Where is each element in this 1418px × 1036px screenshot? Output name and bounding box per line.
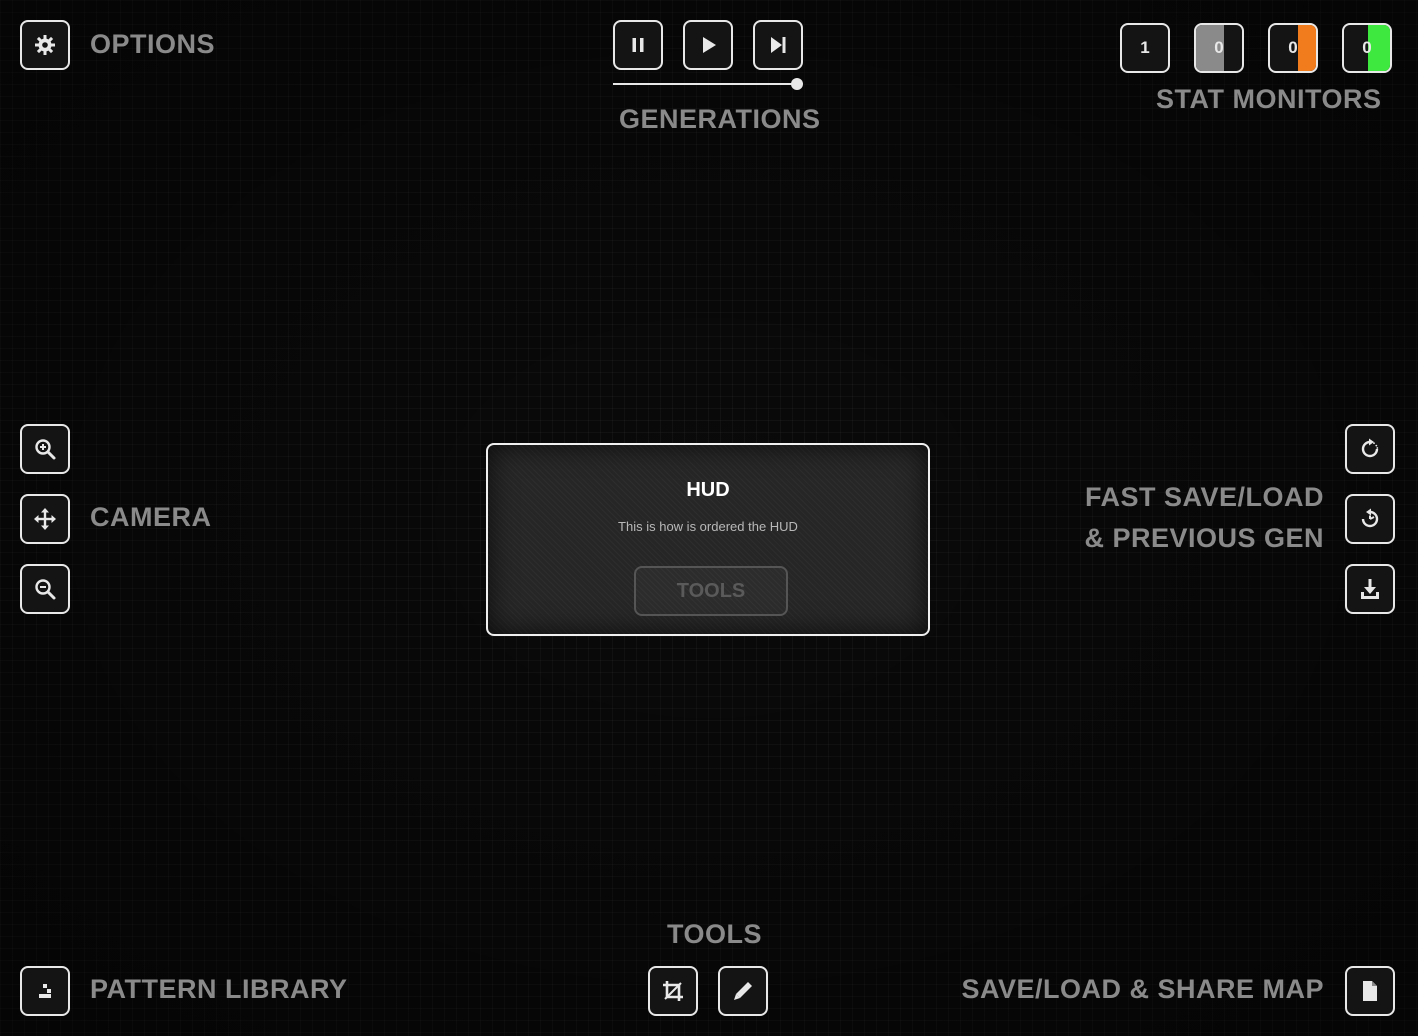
- fast-save-icon: [1361, 438, 1379, 458]
- stat-monitor-fill: [1298, 25, 1316, 71]
- gear-icon: [35, 35, 55, 55]
- stat-monitor-1[interactable]: 1: [1120, 23, 1170, 73]
- stat-monitor-2[interactable]: 0: [1194, 23, 1244, 73]
- document-icon: [1363, 981, 1377, 1001]
- hud-modal: HUD This is how is ordered the HUD TOOLS: [486, 443, 930, 636]
- options-label: OPTIONS: [90, 29, 216, 59]
- options-button[interactable]: [20, 20, 70, 70]
- save-share-label: SAVE/LOAD & SHARE MAP: [961, 974, 1324, 1004]
- fast-save-button[interactable]: [1345, 424, 1395, 474]
- zoom-out-button[interactable]: [20, 564, 70, 614]
- modal-title: HUD: [686, 479, 730, 501]
- camera-label: CAMERA: [90, 502, 212, 532]
- tools-label: TOOLS: [667, 919, 763, 949]
- pattern-icon: [39, 984, 51, 998]
- previous-gen-icon: [1361, 579, 1379, 599]
- pencil-tool-button[interactable]: [718, 966, 768, 1016]
- pattern-library-button[interactable]: [20, 966, 70, 1016]
- pause-button[interactable]: [613, 20, 663, 70]
- slider-thumb[interactable]: [791, 78, 803, 90]
- stat-monitors-label: STAT MONITORS: [1156, 84, 1382, 114]
- previous-gen-button[interactable]: [1345, 564, 1395, 614]
- stat-monitor-3[interactable]: 0: [1268, 23, 1318, 73]
- generations-label: GENERATIONS: [619, 104, 821, 134]
- play-button[interactable]: [683, 20, 733, 70]
- slider-track: [613, 83, 795, 85]
- stat-monitor-value: 0: [1362, 38, 1372, 57]
- modal-tools-button[interactable]: TOOLS: [634, 566, 788, 616]
- play-icon: [703, 37, 716, 53]
- zoom-in-icon: [35, 439, 56, 460]
- stat-monitor-value: 0: [1288, 38, 1298, 57]
- step-forward-icon: [771, 37, 786, 53]
- fast-save-label-line2: & PREVIOUS GEN: [1084, 523, 1324, 553]
- fast-save-label-line1: FAST SAVE/LOAD: [1084, 482, 1324, 512]
- move-camera-button[interactable]: [20, 494, 70, 544]
- generation-speed-slider[interactable]: [613, 78, 803, 90]
- pause-icon: [632, 38, 644, 52]
- move-icon: [34, 508, 56, 530]
- step-forward-button[interactable]: [753, 20, 803, 70]
- modal-text: This is how is ordered the HUD: [618, 519, 798, 534]
- save-share-map-button[interactable]: [1345, 966, 1395, 1016]
- zoom-in-button[interactable]: [20, 424, 70, 474]
- crop-tool-button[interactable]: [648, 966, 698, 1016]
- stat-monitor-value: 0: [1214, 38, 1224, 57]
- fast-load-icon: [1361, 508, 1379, 528]
- zoom-out-icon: [35, 579, 56, 600]
- pattern-library-label: PATTERN LIBRARY: [90, 974, 348, 1004]
- fast-load-button[interactable]: [1345, 494, 1395, 544]
- crop-icon: [663, 981, 683, 1001]
- pencil-icon: [734, 982, 752, 1000]
- stat-monitor-value: 1: [1140, 38, 1150, 57]
- stat-monitor-4[interactable]: 0: [1342, 23, 1392, 73]
